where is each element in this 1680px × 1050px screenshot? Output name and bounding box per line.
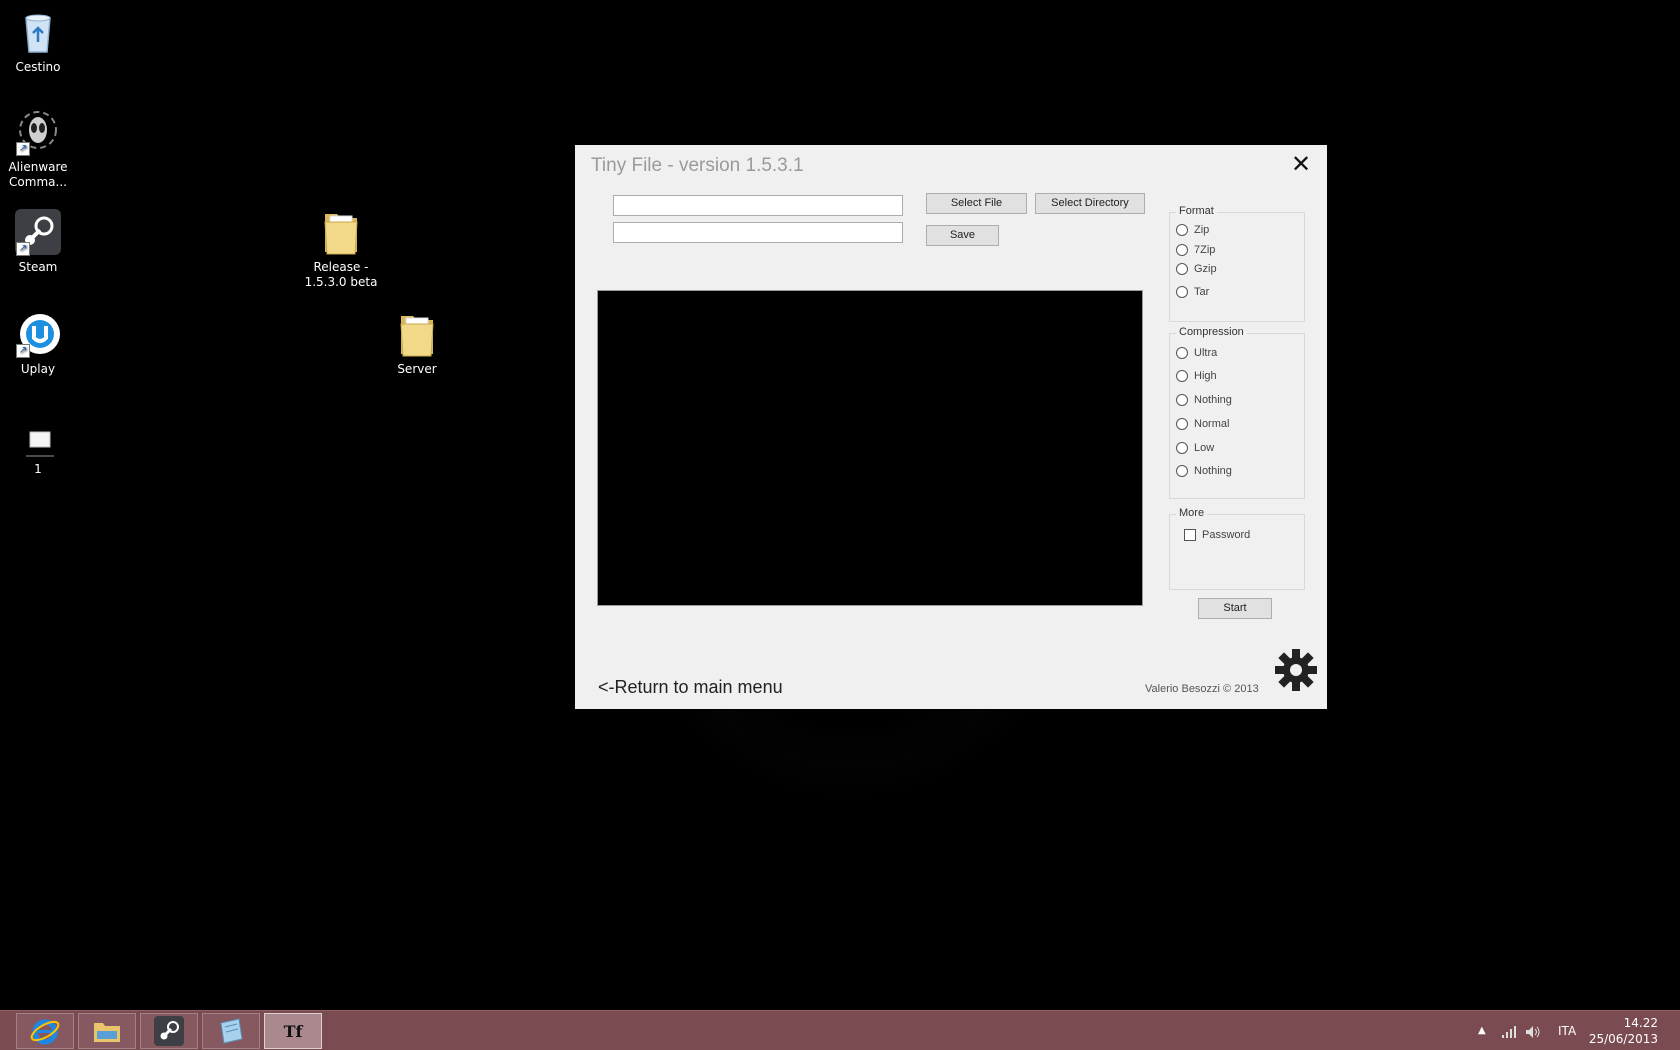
radio-button[interactable] (1176, 442, 1188, 455)
notepad-icon (220, 1018, 243, 1044)
window-title: Tiny File - version 1.5.3.1 (591, 155, 804, 176)
radio-button[interactable] (1176, 465, 1188, 478)
desktop-icon-label: Server (397, 362, 437, 376)
gear-icon[interactable] (1274, 648, 1318, 692)
desktop-folder-server[interactable]: Server (377, 310, 457, 377)
desktop-icon-label: Steam (18, 260, 58, 274)
format-option-zip[interactable]: Zip (1176, 223, 1209, 239)
password-checkbox-row[interactable]: Password (1184, 528, 1250, 544)
compression-option-normal[interactable]: Normal (1176, 417, 1229, 433)
uplay-icon: ↗ (14, 310, 62, 358)
compression-option-low[interactable]: Low (1176, 441, 1214, 457)
more-group-title: More (1176, 507, 1208, 519)
taskbar-file-explorer[interactable] (78, 1013, 136, 1049)
desktop-icon-label: Uplay (20, 362, 56, 376)
desktop-icon-alienware[interactable]: ↗ Alienware Comma... (0, 108, 78, 190)
internet-explorer-icon (30, 1019, 60, 1045)
destination-path-input[interactable] (613, 222, 903, 243)
input-language-indicator[interactable]: ITA (1558, 1011, 1576, 1050)
compression-option-ultra[interactable]: Ultra (1176, 346, 1217, 362)
shortcut-arrow-icon: ↗ (16, 242, 30, 256)
format-option-7zip[interactable]: 7Zip (1176, 243, 1215, 259)
show-hidden-icons-chevron-icon[interactable]: ▲ (1478, 1011, 1486, 1050)
taskbar: Tf ▲ ITA 14.22 25/06/2013 (0, 1010, 1680, 1050)
taskbar-notepad[interactable] (202, 1013, 260, 1049)
compression-group: Compression Ultra High Nothing Normal Lo… (1169, 326, 1305, 499)
desktop-icon-label: Alienware Comma... (8, 160, 68, 189)
taskbar-internet-explorer[interactable] (16, 1013, 74, 1049)
radio-button[interactable] (1176, 263, 1188, 276)
format-option-tar[interactable]: Tar (1176, 285, 1209, 301)
desktop-icon-label: Release - 1.5.3.0 beta (304, 260, 378, 289)
tiny-file-icon: Tf (283, 1021, 303, 1041)
file-explorer-icon (94, 1023, 120, 1042)
tiny-file-window: Tiny File - version 1.5.3.1 ✕ Select Fil… (575, 145, 1327, 709)
radio-button[interactable] (1176, 347, 1188, 360)
more-group: More Password (1169, 507, 1305, 590)
source-path-input[interactable] (613, 195, 903, 216)
desktop-icon-label: Cestino (15, 60, 61, 74)
desktop-icon-recycle-bin[interactable]: Cestino (0, 8, 78, 75)
radio-button[interactable] (1176, 286, 1188, 299)
desktop-icon-document-1[interactable]: 1 (0, 420, 78, 477)
select-file-button[interactable]: Select File (926, 193, 1027, 214)
desktop-icon-label: 1 (34, 462, 42, 476)
radio-button[interactable] (1176, 244, 1188, 257)
desktop-icon-uplay[interactable]: ↗ Uplay (0, 310, 78, 377)
shortcut-arrow-icon: ↗ (16, 142, 30, 156)
folder-icon (317, 208, 365, 256)
radio-button[interactable] (1176, 224, 1188, 237)
taskbar-steam[interactable] (140, 1013, 198, 1049)
compression-group-title: Compression (1176, 326, 1247, 338)
desktop-folder-release[interactable]: Release - 1.5.3.0 beta (301, 208, 381, 290)
radio-button[interactable] (1176, 418, 1188, 431)
output-preview-area (597, 290, 1143, 606)
alienware-icon: ↗ (14, 108, 62, 156)
steam-icon: ↗ (14, 208, 62, 256)
format-option-gzip[interactable]: Gzip (1176, 262, 1217, 278)
clock-date: 25/06/2013 (1588, 1032, 1658, 1046)
radio-button[interactable] (1176, 370, 1188, 383)
volume-icon[interactable] (1525, 1011, 1541, 1050)
folder-icon (393, 310, 441, 358)
clock-time: 14.22 (1623, 1016, 1658, 1030)
shortcut-arrow-icon: ↗ (16, 344, 30, 358)
format-group-title: Format (1176, 205, 1217, 217)
password-checkbox[interactable] (1184, 529, 1196, 542)
system-clock[interactable]: 14.22 25/06/2013 (1589, 1015, 1658, 1047)
start-button[interactable]: Start (1198, 598, 1272, 619)
credit-text: Valerio Besozzi © 2013 (1145, 683, 1259, 695)
compression-option-nothing[interactable]: Nothing (1176, 393, 1232, 409)
desktop-icon-steam[interactable]: ↗ Steam (0, 208, 78, 275)
steam-icon (154, 1016, 184, 1046)
network-icon[interactable] (1501, 1011, 1517, 1050)
document-icon (14, 420, 62, 458)
compression-option-high[interactable]: High (1176, 369, 1217, 385)
recycle-bin-icon (14, 8, 62, 56)
save-button[interactable]: Save (926, 225, 999, 246)
format-group: Format Zip 7Zip Gzip Tar (1169, 205, 1305, 322)
return-to-main-menu-link[interactable]: <-Return to main menu (598, 677, 783, 698)
close-icon[interactable]: ✕ (1289, 153, 1313, 177)
compression-option-nothing-2[interactable]: Nothing (1176, 464, 1232, 480)
radio-button[interactable] (1176, 394, 1188, 407)
select-directory-button[interactable]: Select Directory (1035, 193, 1145, 214)
taskbar-tiny-file[interactable]: Tf (264, 1013, 322, 1049)
